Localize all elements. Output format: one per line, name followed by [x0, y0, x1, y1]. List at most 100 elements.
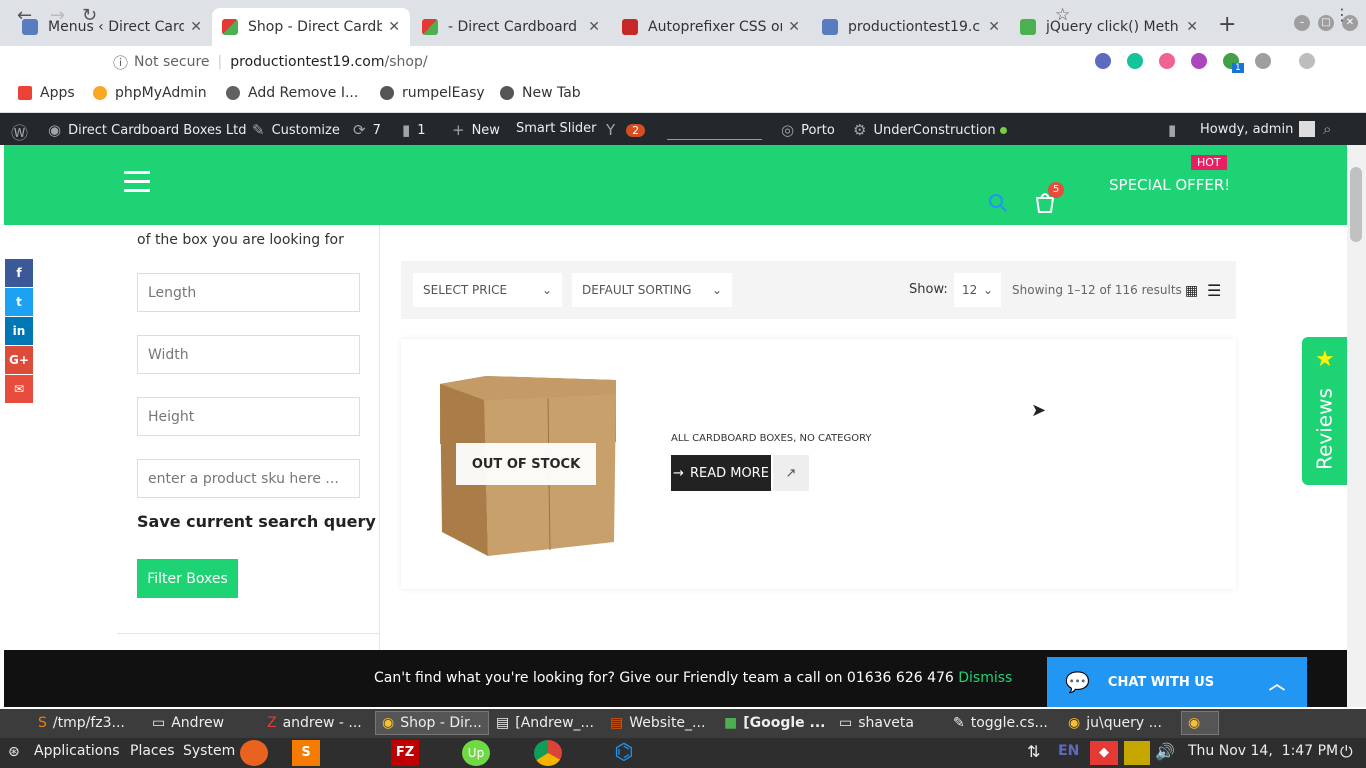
task-chrome-extra[interactable]: ◉	[1181, 711, 1219, 735]
network-icon[interactable]: ⇅	[1027, 742, 1040, 761]
task-jquery[interactable]: ◉ ju\query ...	[1062, 711, 1168, 735]
bookmark-new-tab[interactable]: New Tab	[500, 85, 581, 101]
close-icon[interactable]: ✕	[988, 19, 1000, 35]
power-icon[interactable]: ⏻	[1340, 742, 1353, 762]
system-menu-icon[interactable]: ⊛	[8, 744, 20, 760]
tab-menus[interactable]: Menus ‹ Direct Card ✕	[12, 8, 212, 46]
tab-autoprefixer[interactable]: Autoprefixer CSS on ✕	[612, 8, 810, 46]
read-more-button[interactable]: → READ MORE	[671, 455, 771, 491]
maximize-button[interactable]: □	[1318, 15, 1334, 31]
task-andrew-folder[interactable]: ▭ Andrew	[146, 711, 230, 735]
price-select[interactable]: SELECT PRICE ⌄	[413, 273, 562, 307]
wordpress-logo-icon[interactable]: Ⓦ	[11, 119, 35, 144]
bookmark-phpmyadmin[interactable]: phpMyAdmin	[93, 85, 207, 101]
external-link-icon[interactable]: ↗	[773, 455, 809, 491]
dismiss-link[interactable]: Dismiss	[958, 670, 1012, 686]
hamburger-menu-icon[interactable]	[124, 171, 150, 193]
tab-productiontest[interactable]: productiontest19.c ✕	[812, 8, 1010, 46]
places-menu[interactable]: Places	[130, 743, 175, 759]
per-page-select[interactable]: 12 ⌄	[954, 273, 1001, 307]
facebook-icon[interactable]: f	[5, 259, 33, 287]
width-input[interactable]: Width	[137, 335, 360, 374]
minimize-button[interactable]: –	[1294, 15, 1310, 31]
extension-icon[interactable]	[1191, 53, 1207, 69]
close-icon[interactable]: ✕	[588, 19, 600, 35]
url-field[interactable]: ⓘ Not secure | productiontest19.com /sho…	[113, 52, 1183, 72]
scrollbar-thumb[interactable]	[1350, 167, 1362, 242]
admin-account-link[interactable]: Howdy, admin	[1200, 121, 1316, 137]
height-input[interactable]: Height	[137, 397, 360, 436]
keyboard-layout-indicator[interactable]: EN	[1058, 743, 1079, 759]
page-scrollbar[interactable]	[1347, 145, 1366, 707]
anydesk-icon[interactable]: ◆	[1090, 741, 1118, 765]
applications-menu[interactable]: Applications	[34, 743, 120, 759]
reviews-tab[interactable]: ★ Reviews	[1302, 337, 1347, 485]
sublime-text-icon[interactable]: S	[292, 740, 320, 766]
close-icon[interactable]: ✕	[190, 19, 202, 35]
extension-icon[interactable]	[1159, 53, 1175, 69]
close-icon[interactable]: ✕	[788, 19, 800, 35]
extension-icon[interactable]	[1255, 53, 1271, 69]
save-search-query[interactable]: Save current search query	[137, 512, 376, 531]
bookmark-star-icon[interactable]: ☆	[1055, 5, 1070, 25]
chrome-icon[interactable]	[534, 740, 562, 766]
search-icon[interactable]	[988, 193, 1008, 213]
task-filezilla[interactable]: Zandrew - ...	[261, 711, 368, 735]
profile-avatar[interactable]	[1299, 53, 1315, 69]
clock[interactable]: Thu Nov 14, 1:47 PM	[1188, 743, 1338, 759]
forward-icon[interactable]: →	[50, 5, 65, 26]
close-icon[interactable]: ✕	[1186, 19, 1198, 35]
task-document[interactable]: ▤ [Andrew_...	[490, 711, 600, 735]
upwork-icon[interactable]: Up	[462, 740, 490, 766]
admin-smart-slider-link[interactable]: Smart Slider	[516, 121, 597, 136]
chat-widget[interactable]: 💬 CHAT WITH US ︿	[1047, 657, 1307, 707]
admin-site-link[interactable]: ◉ Direct Cardboard Boxes Ltd	[48, 121, 247, 139]
grammarly-icon[interactable]	[1127, 53, 1143, 69]
admin-new-link[interactable]: + New	[452, 121, 500, 139]
task-terminal[interactable]: S/tmp/fz3...	[32, 711, 131, 735]
admin-customize-link[interactable]: ✎ Customize	[252, 121, 340, 139]
admin-under-construction-link[interactable]: ⚙ UnderConstruction	[853, 121, 1007, 139]
admin-search-icon[interactable]: ⌕	[1323, 120, 1338, 138]
bookmark-apps[interactable]: Apps	[18, 85, 75, 101]
admin-yoast-link[interactable]: Y2	[606, 121, 646, 139]
sku-input[interactable]: enter a product sku here ...	[137, 459, 360, 498]
task-chrome-shop[interactable]: ◉ Shop - Dir...	[375, 711, 489, 735]
task-shaveta[interactable]: ▭ shaveta	[833, 711, 920, 735]
back-icon[interactable]: ←	[17, 5, 32, 26]
googleplus-icon[interactable]: G+	[5, 346, 33, 374]
email-icon[interactable]: ✉	[5, 375, 33, 403]
tab-direct-cardboard[interactable]: - Direct Cardboard E ✕	[412, 8, 610, 46]
bookmark-rumpeleasy[interactable]: rumpelEasy	[380, 85, 485, 101]
length-input[interactable]: Length	[137, 273, 360, 312]
extension-icon[interactable]	[1095, 53, 1111, 69]
admin-porto-link[interactable]: ◎ Porto	[781, 121, 835, 139]
firefox-icon[interactable]	[240, 740, 268, 766]
twitter-icon[interactable]: t	[5, 288, 33, 316]
special-offer-link[interactable]: SPECIAL OFFER!	[1109, 176, 1230, 194]
vscode-icon[interactable]: ⌬	[610, 740, 638, 766]
task-google[interactable]: ■ [Google ...	[718, 711, 832, 735]
new-tab-button[interactable]: +	[1218, 12, 1236, 37]
grid-view-icon[interactable]: ▦	[1185, 283, 1198, 299]
menu-dots-icon[interactable]: ⋮	[1334, 5, 1350, 24]
admin-notifications-link[interactable]: ▮	[1168, 121, 1183, 139]
product-categories[interactable]: ALL CARDBOARD BOXES, NO CATEGORY	[671, 433, 872, 444]
display-icon[interactable]	[1124, 741, 1150, 765]
reload-icon[interactable]: ↻	[82, 5, 97, 26]
admin-comments-link[interactable]: ▮ 1	[402, 121, 426, 139]
list-view-icon[interactable]: ☰	[1207, 281, 1221, 300]
tab-jquery[interactable]: jQuery click() Meth ✕	[1010, 8, 1208, 46]
filter-boxes-button[interactable]: Filter Boxes	[137, 559, 238, 598]
task-website[interactable]: ▤ Website_...	[604, 711, 711, 735]
sorting-select[interactable]: DEFAULT SORTING ⌄	[572, 273, 732, 307]
filezilla-icon[interactable]: FZ	[391, 740, 419, 766]
task-toggle-css[interactable]: ✎ toggle.cs...	[947, 711, 1054, 735]
linkedin-icon[interactable]: in	[5, 317, 33, 345]
volume-icon[interactable]: 🔊	[1155, 742, 1175, 761]
system-menu[interactable]: System	[183, 743, 235, 759]
tab-shop[interactable]: Shop - Direct Cardbo ✕	[212, 8, 410, 46]
admin-updates-link[interactable]: ⟳ 7	[353, 121, 381, 139]
close-icon[interactable]: ✕	[388, 19, 400, 35]
bookmark-add-remove[interactable]: Add Remove I...	[226, 85, 358, 101]
